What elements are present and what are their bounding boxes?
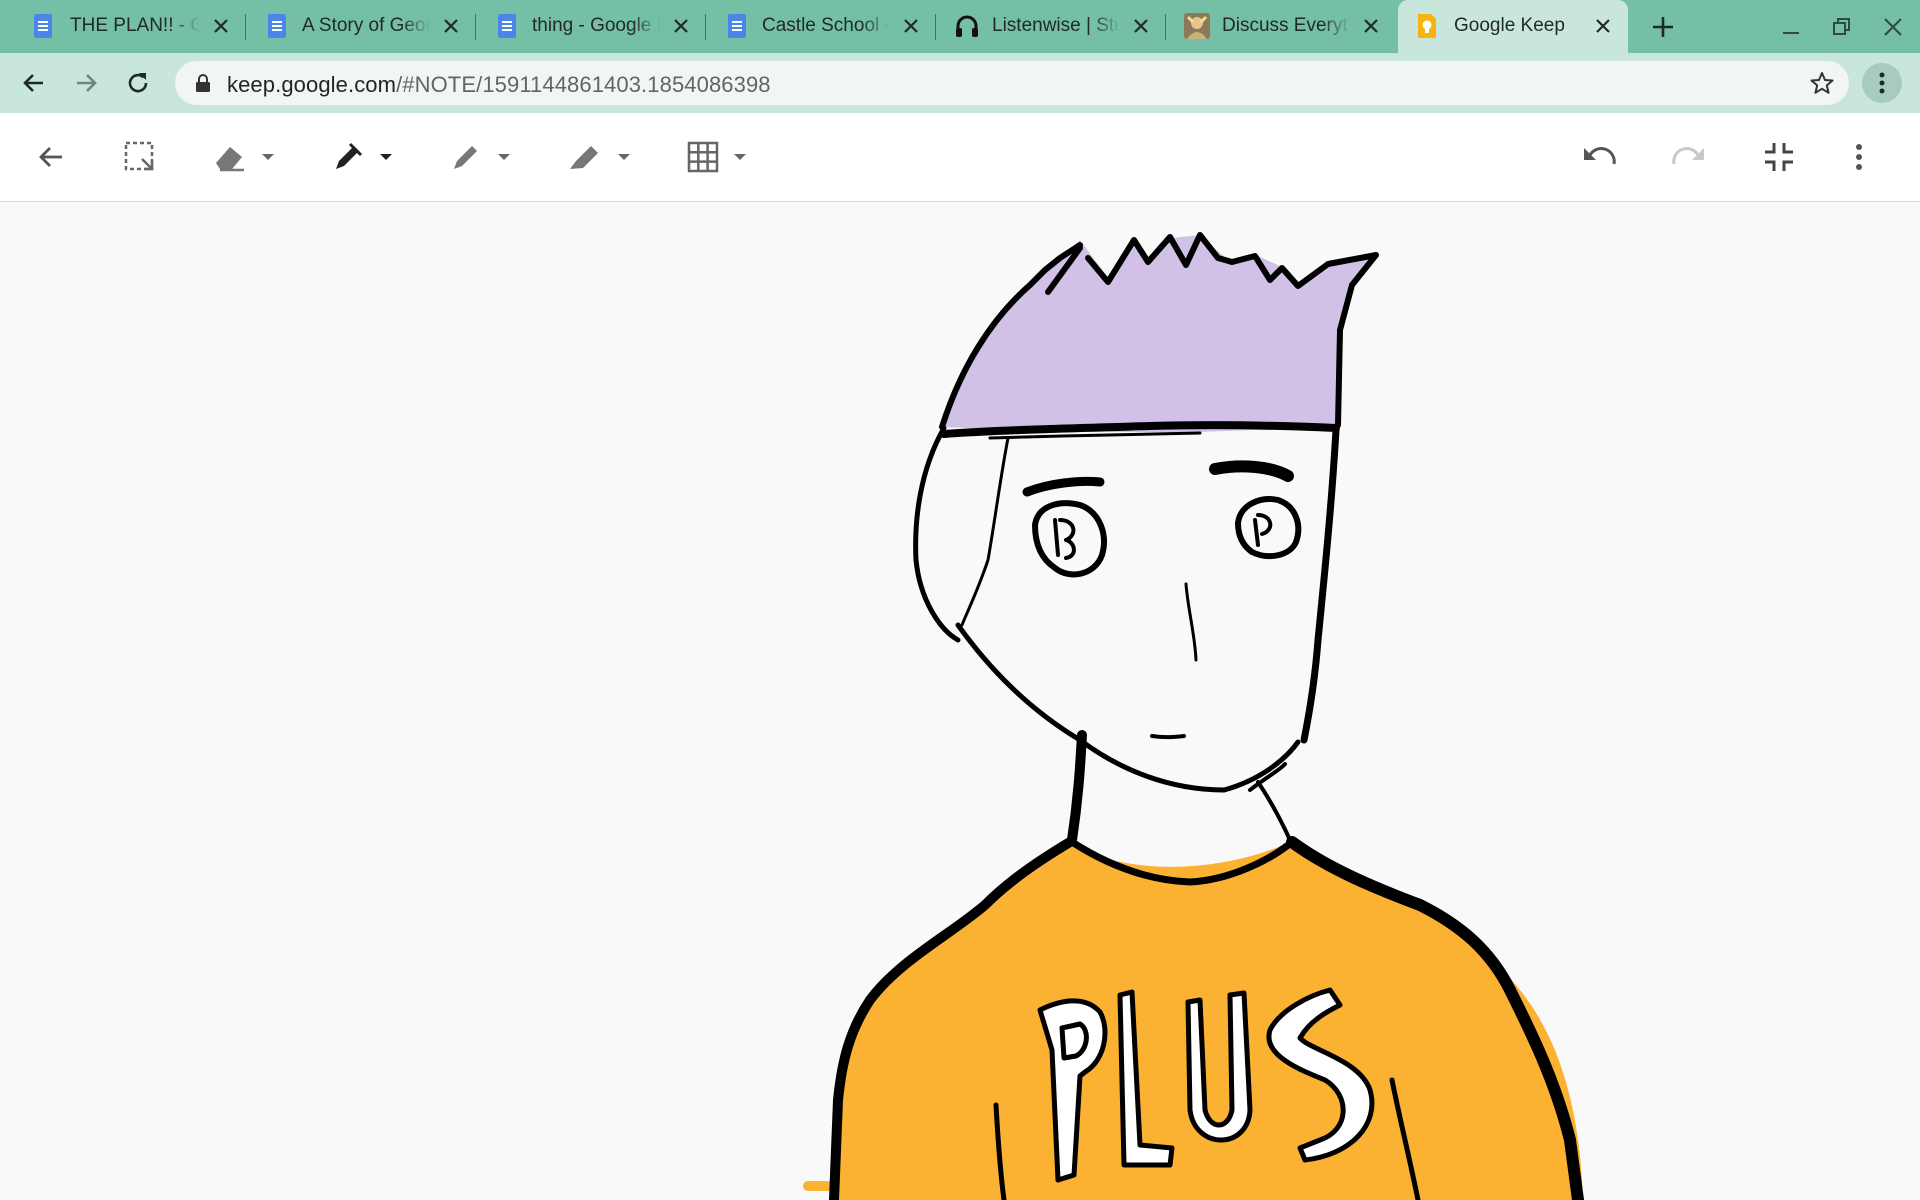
avatar-icon [1184,13,1210,39]
drawing-canvas[interactable] [0,202,1920,1200]
arrow-left-icon [23,74,43,92]
tab-discuss[interactable]: Discuss Everyth [1166,0,1396,53]
tab-title: A Story of Geor [302,15,430,36]
highlighter-tool[interactable] [566,137,630,177]
background-grid-tool[interactable] [686,137,746,177]
tab-title: THE PLAN!! - G [70,15,200,36]
face-right-outline [1300,426,1340,744]
eraser-icon [216,147,244,172]
minimize-icon [1783,32,1799,34]
hair-fill [942,235,1375,432]
tab-the-plan[interactable]: THE PLAN!! - G [0,0,246,53]
tab-title: thing - Google D [532,15,660,36]
chevron-down-icon[interactable] [380,154,392,160]
reload-button[interactable] [118,63,158,103]
tab-strip: THE PLAN!! - G A Story of Geor thing - G… [0,0,1920,53]
neck-right [1256,780,1292,842]
nose [1184,582,1198,662]
drawing-menu-button[interactable] [1854,137,1864,177]
minimize-button[interactable] [1776,12,1806,42]
google-keep-icon [1418,14,1436,38]
new-tab-button[interactable] [1648,12,1678,42]
arrow-right-icon [77,74,97,92]
exit-fullscreen-icon [1765,143,1793,171]
undo-icon [1584,147,1616,165]
close-tab-icon[interactable] [208,13,234,39]
tab-title: Castle School - [762,15,890,36]
more-vertical-icon [1856,144,1862,170]
google-docs-icon [498,14,516,38]
grid-icon [687,141,719,173]
address-bar[interactable]: keep.google.com/#NOTE/1591144861403.1854… [175,61,1849,105]
close-tab-icon[interactable] [438,13,464,39]
neck-left [1067,730,1087,845]
close-tab-icon[interactable] [668,13,694,39]
bookmark-star-icon[interactable] [1809,70,1835,96]
close-tab-icon[interactable] [1590,13,1616,39]
drawing [803,232,1584,1200]
left-eyebrow [1022,476,1105,497]
tab-a-story[interactable]: A Story of Geor [246,0,476,53]
tab-title: Google Keep [1454,15,1565,36]
url-text: keep.google.com/#NOTE/1591144861403.1854… [227,72,771,98]
marker-tool[interactable] [448,137,510,177]
more-vertical-icon [1879,72,1885,94]
google-docs-icon [728,14,746,38]
left-eye-pupil [1053,518,1076,560]
eraser-tool[interactable] [212,137,274,177]
drawing-toolbar [0,113,1920,202]
exit-fullscreen-button[interactable] [1762,137,1796,177]
browser-toolbar: keep.google.com/#NOTE/1591144861403.1854… [0,53,1920,113]
close-tab-icon[interactable] [898,13,924,39]
chevron-down-icon[interactable] [618,154,630,160]
pen-icon [336,142,363,169]
restore-button[interactable] [1827,12,1857,42]
right-eyebrow [1209,460,1294,482]
reload-icon [128,73,148,93]
select-tool[interactable] [122,137,158,177]
url-host: keep.google.com [227,72,397,97]
tab-thing[interactable]: thing - Google D [476,0,706,53]
arrow-left-icon [39,147,62,167]
tab-title: Listenwise | Stu [992,15,1120,36]
tab-google-keep[interactable]: Google Keep [1398,0,1628,53]
tab-title: Discuss Everyth [1222,15,1350,36]
back-button[interactable] [14,63,54,103]
pen-tool[interactable] [330,137,392,177]
back-button[interactable] [34,137,68,177]
google-docs-icon [268,14,286,38]
close-tab-icon[interactable] [1128,13,1154,39]
redo-button[interactable] [1670,137,1708,177]
url-path: /#NOTE/1591144861403.1854086398 [396,72,771,97]
lock-icon [196,74,210,92]
undo-button[interactable] [1580,137,1618,177]
shirt-fill [835,842,1583,1200]
google-docs-icon [34,14,52,38]
chevron-down-icon[interactable] [262,154,274,160]
plus-icon [1653,17,1673,37]
jaw-outline [955,622,1301,793]
tab-castle-school[interactable]: Castle School - [706,0,936,53]
tab-listenwise[interactable]: Listenwise | Stu [936,0,1166,53]
close-tab-icon[interactable] [1358,13,1384,39]
mouth [1150,734,1186,740]
face-left-inner [960,436,1010,627]
close-window-button[interactable] [1878,12,1908,42]
chevron-down-icon[interactable] [734,154,746,160]
marker-icon [454,146,477,169]
redo-icon [1672,147,1704,165]
chevron-down-icon[interactable] [498,154,510,160]
highlighter-icon [570,146,598,169]
browser-menu-button[interactable] [1862,63,1902,103]
forward-button[interactable] [66,63,106,103]
close-icon [1884,18,1902,36]
right-eye-pupil [1253,513,1273,547]
restore-icon [1833,18,1850,35]
headphones-icon [956,15,978,37]
face-left-outline [913,425,961,643]
lasso-select-icon [124,141,154,171]
